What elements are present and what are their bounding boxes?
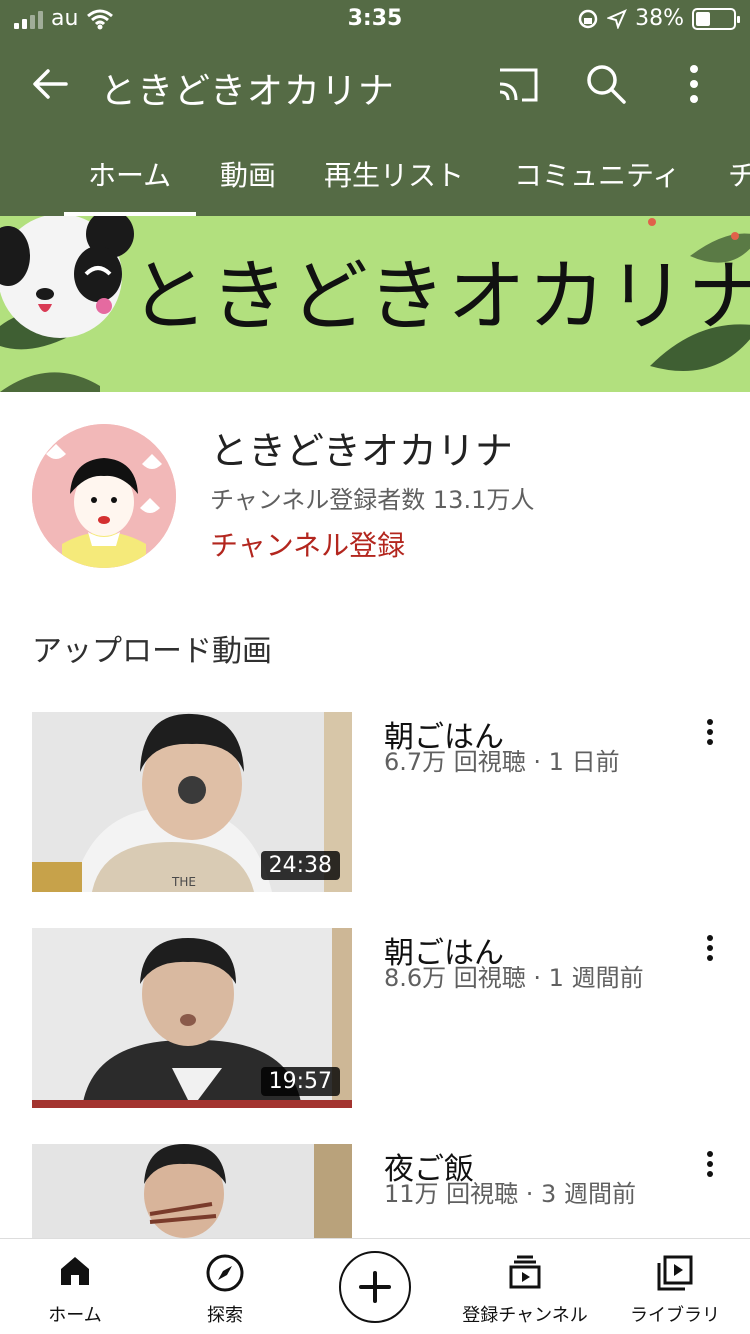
more-vert-icon[interactable] — [694, 714, 726, 754]
more-vert-icon[interactable] — [694, 1146, 726, 1186]
nav-explore[interactable]: 探索 — [150, 1239, 300, 1334]
tab-channels[interactable]: チ — [728, 154, 750, 194]
channel-banner: ときどきオカリナ — [0, 216, 750, 392]
nav-label: ライブラリ — [630, 1305, 720, 1326]
banner-title: ときどきオカリナ — [130, 252, 750, 342]
back-arrow-icon[interactable] — [28, 62, 72, 106]
video-duration: 24:38 — [260, 851, 340, 880]
app-header: ときどきオカリナ — [0, 42, 750, 136]
channel-title: ときどきオカリナ — [100, 71, 395, 112]
status-right: 38% — [577, 6, 740, 31]
tab-videos[interactable]: 動画 — [220, 154, 276, 194]
video-item[interactable]: 19:57 朝ごはん 8.6万 回視聴 · 1 週間前 — [0, 928, 750, 1108]
bottom-navigation: ホーム 探索 登録チャンネル ライブラリ — [0, 1238, 750, 1334]
nav-home[interactable]: ホーム — [0, 1239, 150, 1334]
tab-community[interactable]: コミュニティ — [514, 154, 680, 194]
channel-name: ときどきオカリナ — [210, 429, 513, 473]
video-item[interactable]: 夜ご飯 11万 回視聴 · 3 週間前 — [0, 1144, 750, 1238]
tab-home[interactable]: ホーム — [88, 154, 171, 194]
subscribe-button[interactable]: チャンネル登録 — [210, 524, 405, 564]
more-vert-icon[interactable] — [694, 930, 726, 970]
video-meta: 6.7万 回視聴 · 1 日前 — [384, 748, 620, 776]
nav-library[interactable]: ライブラリ — [600, 1239, 750, 1334]
nav-subscriptions[interactable]: 登録チャンネル — [450, 1239, 600, 1334]
channel-avatar[interactable] — [32, 424, 176, 568]
explore-icon — [206, 1254, 244, 1292]
nav-label: 探索 — [207, 1305, 243, 1326]
location-icon — [607, 8, 628, 29]
create-button[interactable] — [339, 1251, 411, 1323]
video-duration: 19:57 — [260, 1067, 340, 1096]
video-meta: 8.6万 回視聴 · 1 週間前 — [384, 964, 644, 992]
video-item[interactable]: THE 24:38 朝ごはん 6.7万 回視聴 · 1 日前 — [0, 712, 750, 892]
battery-icon — [692, 7, 740, 30]
video-thumbnail[interactable]: 19:57 — [32, 928, 352, 1108]
home-icon — [61, 1257, 89, 1285]
rotation-lock-icon — [578, 9, 598, 28]
status-bar: au 3:35 38% — [0, 0, 750, 42]
section-title: アップロード動画 — [32, 634, 272, 669]
nav-label: 登録チャンネル — [462, 1305, 588, 1326]
search-icon[interactable] — [582, 60, 630, 108]
cast-icon[interactable] — [494, 60, 542, 108]
video-thumbnail[interactable]: THE 24:38 — [32, 712, 352, 892]
video-thumbnail[interactable] — [32, 1144, 352, 1238]
nav-label: ホーム — [48, 1305, 102, 1326]
tab-playlists[interactable]: 再生リスト — [324, 154, 464, 194]
svg-text:THE: THE — [171, 875, 196, 889]
channel-tabs: ホーム 動画 再生リスト コミュニティ チ — [0, 136, 750, 216]
subscriptions-icon — [509, 1255, 541, 1289]
thumbnail-image — [32, 1144, 352, 1238]
subscriber-count: チャンネル登録者数 13.1万人 — [210, 486, 535, 514]
video-meta: 11万 回視聴 · 3 週間前 — [384, 1180, 636, 1208]
more-vert-icon[interactable] — [670, 60, 718, 108]
library-icon — [657, 1255, 693, 1291]
avatar-illustration — [32, 424, 176, 568]
create-icon — [359, 1271, 391, 1303]
battery-percent: 38% — [635, 6, 684, 31]
